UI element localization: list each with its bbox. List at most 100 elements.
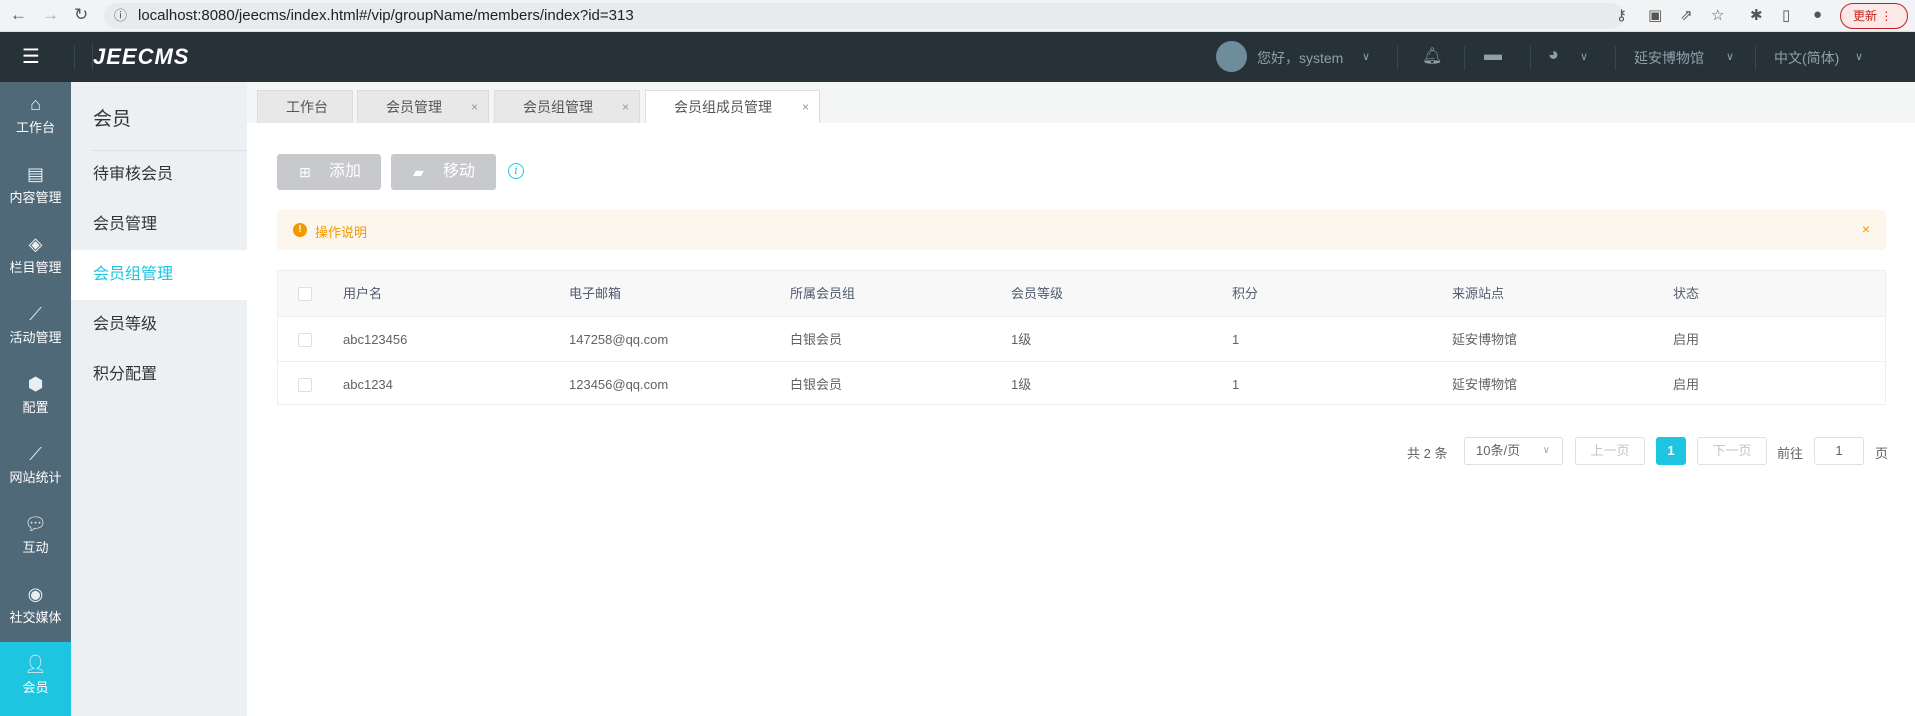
- logo: JEECMS: [92, 44, 190, 70]
- profile-icon[interactable]: ●: [1813, 6, 1822, 23]
- palette-icon[interactable]: ◕: [1548, 44, 1559, 65]
- close-icon[interactable]: ×: [622, 91, 629, 123]
- forward-icon[interactable]: →: [42, 5, 59, 25]
- url-text: localhost:8080/jeecms/index.html#/vip/gr…: [138, 7, 634, 24]
- plus-icon: ⊞: [299, 164, 311, 180]
- browser-toolbar: ← → ↻ ⓘ localhost:8080/jeecms/index.html#…: [0, 0, 1915, 32]
- alert-text[interactable]: 操作说明: [315, 222, 367, 241]
- tab-workbench[interactable]: 工作台: [257, 90, 353, 123]
- col-points: 积分: [1232, 286, 1259, 301]
- submenu-item-points[interactable]: 积分配置: [71, 350, 247, 400]
- app-header: ☰ JEECMS 您好，system ∨ 🔔︎ ▬ ◕ ∨ 延安博物馆 ∨ 中文…: [0, 32, 1915, 82]
- select-all-checkbox[interactable]: [298, 287, 312, 301]
- tab-group-members[interactable]: 会员组成员管理 ×: [645, 90, 820, 123]
- bell-icon[interactable]: 🔔︎: [1422, 46, 1442, 66]
- sub-sidebar: 会员 待审核会员 会员管理 会员组管理 会员等级 积分配置: [71, 82, 247, 716]
- rail-item-content[interactable]: ▤ 内容管理: [0, 152, 71, 222]
- page-suffix: 页: [1875, 446, 1889, 461]
- cell-status: 启用: [1673, 332, 1700, 347]
- table-header: 用户名 电子邮箱 所属会员组 会员等级 积分 来源站点 状态: [278, 271, 1885, 317]
- rail-item-social[interactable]: ◉ 社交媒体: [0, 572, 71, 642]
- rail-item-member[interactable]: 👤︎ 会员: [0, 642, 71, 716]
- next-page-button[interactable]: 下一页: [1697, 437, 1767, 465]
- chevron-down-icon[interactable]: ∨: [1580, 50, 1588, 63]
- chevron-down-icon[interactable]: ∨: [1855, 50, 1863, 63]
- chevron-down-icon[interactable]: ∨: [1726, 50, 1734, 63]
- rail-label: 互动: [22, 540, 49, 555]
- update-label: 更新: [1853, 9, 1878, 23]
- cell-group: 白银会员: [790, 377, 843, 392]
- close-icon[interactable]: ×: [1862, 221, 1870, 237]
- add-button[interactable]: ⊞ 添加: [277, 154, 381, 190]
- extensions-icon[interactable]: ✱: [1750, 6, 1763, 24]
- table-row: abc123456 147258@qq.com 白银会员 1级 1 延安博物馆 …: [278, 317, 1885, 362]
- submenu-item-groups[interactable]: 会员组管理: [71, 250, 247, 300]
- rail-item-config[interactable]: ⬢ 配置: [0, 362, 71, 432]
- cell-level: 1级: [1011, 377, 1032, 392]
- rail-label: 内容管理: [9, 190, 62, 205]
- chat-icon: 💬︎: [24, 514, 47, 534]
- back-icon[interactable]: ←: [10, 5, 27, 25]
- reload-icon[interactable]: ↻: [74, 5, 88, 25]
- submenu-item-levels[interactable]: 会员等级: [71, 300, 247, 350]
- monitor-icon[interactable]: ▬: [1484, 44, 1502, 65]
- tab-label: 会员管理: [386, 99, 442, 115]
- move-button[interactable]: ▰ 移动: [391, 154, 496, 190]
- members-table: 用户名 电子邮箱 所属会员组 会员等级 积分 来源站点 状态 abc123456…: [277, 270, 1886, 405]
- rail-label: 活动管理: [9, 330, 62, 345]
- language-selector[interactable]: 中文(简体): [1774, 48, 1839, 68]
- tab-group-management[interactable]: 会员组管理 ×: [494, 90, 640, 123]
- cell-points: 1: [1232, 377, 1240, 392]
- folder-move-icon: ▰: [413, 164, 424, 180]
- layers-icon: ◈: [28, 234, 43, 254]
- warning-icon: !: [293, 223, 307, 237]
- rail-item-activities[interactable]: ⟋ 活动管理: [0, 292, 71, 362]
- rail-item-workbench[interactable]: ⌂ 工作台: [0, 82, 71, 152]
- col-group: 所属会员组: [790, 286, 856, 301]
- avatar[interactable]: [1216, 41, 1247, 72]
- menu-toggle-icon[interactable]: ☰: [22, 44, 40, 69]
- user-greeting[interactable]: 您好，system: [1257, 48, 1343, 68]
- close-icon[interactable]: ×: [802, 91, 809, 123]
- rail-item-stats[interactable]: ⟋ 网站统计: [0, 432, 71, 502]
- submenu-item-pending[interactable]: 待审核会员: [71, 150, 247, 200]
- site-selector[interactable]: 延安博物馆: [1634, 48, 1704, 68]
- cell-group: 白银会员: [790, 332, 843, 347]
- goto-label: 前往: [1777, 446, 1804, 461]
- update-button[interactable]: 更新 ⋮: [1840, 3, 1908, 29]
- info-icon[interactable]: ⓘ: [114, 3, 127, 29]
- rail-item-interaction[interactable]: 💬︎ 互动: [0, 502, 71, 572]
- line-chart-icon: ⟋: [29, 444, 42, 464]
- share-icon[interactable]: ⇗: [1680, 6, 1693, 24]
- cell-username: abc1234: [343, 377, 393, 392]
- url-bar[interactable]: ⓘ localhost:8080/jeecms/index.html#/vip/g…: [104, 3, 1624, 29]
- goto-page-input[interactable]: 1: [1814, 437, 1864, 465]
- rail-item-columns[interactable]: ◈ 栏目管理: [0, 222, 71, 292]
- operation-alert: ! 操作说明 ×: [277, 210, 1886, 250]
- prev-page-button[interactable]: 上一页: [1575, 437, 1645, 465]
- page-1-button[interactable]: 1: [1656, 437, 1686, 465]
- cell-site: 延安博物馆: [1452, 377, 1518, 392]
- chevron-down-icon[interactable]: ∨: [1362, 50, 1370, 63]
- submenu-item-members[interactable]: 会员管理: [71, 200, 247, 250]
- close-icon[interactable]: ×: [471, 91, 478, 123]
- rail-label: 配置: [22, 400, 49, 415]
- sidepanel-icon[interactable]: ▯: [1782, 6, 1790, 24]
- row-checkbox[interactable]: [298, 333, 312, 347]
- cell-email: 147258@qq.com: [569, 332, 669, 347]
- info-icon[interactable]: i: [508, 163, 524, 179]
- member-icon: 👤︎: [24, 654, 47, 674]
- page-size-select[interactable]: 10条/页 ∨: [1464, 437, 1563, 465]
- key-icon[interactable]: ⚷: [1616, 6, 1627, 24]
- tab-member-management[interactable]: 会员管理 ×: [357, 90, 489, 123]
- cell-site: 延安博物馆: [1452, 332, 1518, 347]
- star-icon[interactable]: ☆: [1711, 6, 1724, 24]
- cell-points: 1: [1232, 332, 1240, 347]
- tab-label: 会员组管理: [523, 99, 593, 115]
- line-chart-icon: ⟋: [29, 304, 42, 324]
- cell-level: 1级: [1011, 332, 1032, 347]
- translate-icon[interactable]: ▣: [1648, 6, 1662, 24]
- document-icon: ▤: [26, 164, 44, 184]
- total-count: 共 2 条: [1407, 446, 1448, 461]
- row-checkbox[interactable]: [298, 378, 312, 392]
